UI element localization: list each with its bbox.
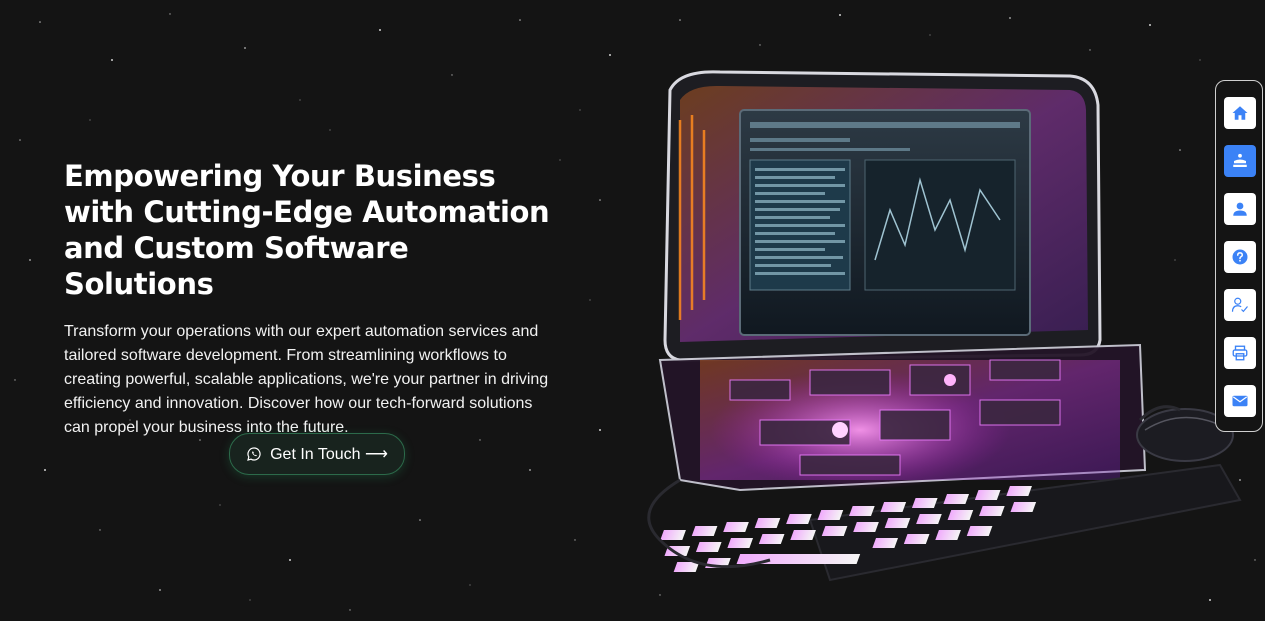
mail-icon [1232, 395, 1248, 407]
hero-description: Transform your operations with our exper… [64, 323, 549, 436]
nav-faq-button[interactable] [1224, 241, 1256, 273]
hero-title: Empowering Your Business with Cutting-Ed… [64, 159, 550, 301]
get-in-touch-label: Get In Touch ⟶ [270, 446, 388, 463]
side-navigation [1215, 80, 1263, 432]
nav-clients-button[interactable] [1224, 289, 1256, 321]
home-icon [1232, 106, 1248, 120]
retro-computer-illustration [647, 70, 1242, 582]
whatsapp-icon [247, 447, 261, 461]
help-icon [1232, 249, 1248, 265]
nav-contact-button[interactable] [1224, 385, 1256, 417]
user-icon [1233, 202, 1247, 216]
get-in-touch-button[interactable]: Get In Touch ⟶ [229, 433, 405, 475]
nav-about-button[interactable] [1224, 193, 1256, 225]
nav-services-button[interactable] [1224, 145, 1256, 177]
nav-print-button[interactable] [1224, 337, 1256, 369]
services-icon [1233, 153, 1247, 167]
user-check-icon [1231, 297, 1248, 313]
hero-section: Empowering Your Business with Cutting-Ed… [64, 158, 564, 440]
print-icon [1232, 345, 1248, 361]
nav-home-button[interactable] [1224, 97, 1256, 129]
